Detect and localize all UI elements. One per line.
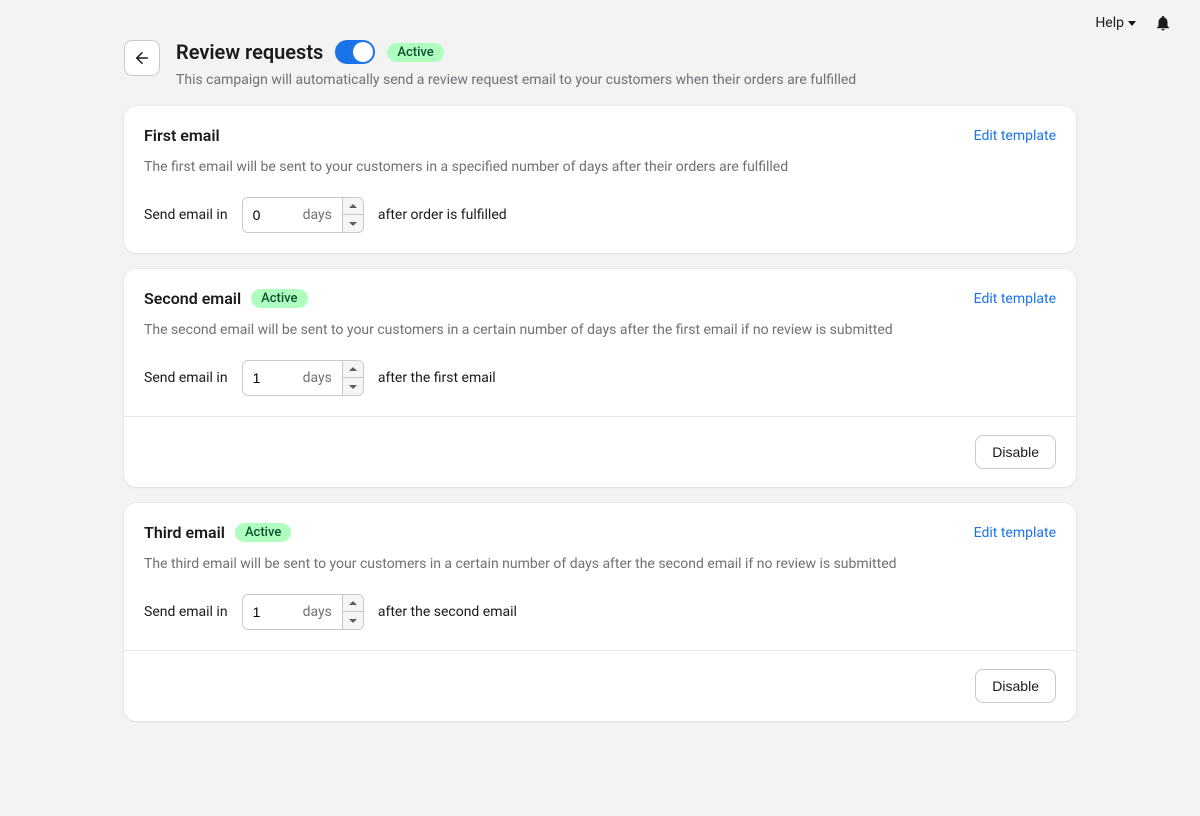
send-row: Send email in days after the second emai… bbox=[144, 594, 1056, 630]
card-header: First email Edit template bbox=[144, 126, 1056, 145]
third-email-card: Third email Active Edit template The thi… bbox=[124, 503, 1076, 721]
send-row: Send email in days after order is fulfil… bbox=[144, 197, 1056, 233]
help-label: Help bbox=[1095, 15, 1124, 31]
card-footer: Disable bbox=[124, 650, 1076, 721]
stepper bbox=[342, 595, 363, 629]
page-subtitle: This campaign will automatically send a … bbox=[176, 72, 1076, 88]
arrow-left-icon bbox=[133, 49, 151, 67]
stepper bbox=[342, 361, 363, 395]
page-title: Review requests bbox=[176, 40, 323, 64]
card-title: Second email bbox=[144, 289, 241, 308]
edit-template-link[interactable]: Edit template bbox=[974, 525, 1056, 541]
card-footer: Disable bbox=[124, 416, 1076, 487]
card-header: Third email Active Edit template bbox=[144, 523, 1056, 542]
days-input[interactable] bbox=[243, 361, 303, 395]
chevron-down-icon bbox=[349, 385, 357, 389]
second-email-card: Second email Active Edit template The se… bbox=[124, 269, 1076, 487]
days-input[interactable] bbox=[243, 595, 303, 629]
campaign-toggle[interactable] bbox=[335, 40, 375, 64]
card-desc: The first email will be sent to your cus… bbox=[144, 159, 1056, 175]
after-text: after the first email bbox=[378, 370, 496, 386]
after-text: after order is fulfilled bbox=[378, 207, 507, 223]
card-desc: The third email will be sent to your cus… bbox=[144, 556, 1056, 572]
chevron-down-icon bbox=[349, 619, 357, 623]
send-email-in-label: Send email in bbox=[144, 604, 228, 620]
disable-button[interactable]: Disable bbox=[975, 435, 1056, 469]
stepper bbox=[342, 198, 363, 232]
stepper-up-button[interactable] bbox=[343, 198, 363, 215]
first-email-card: First email Edit template The first emai… bbox=[124, 106, 1076, 253]
days-input-wrap: days bbox=[242, 197, 364, 233]
stepper-up-button[interactable] bbox=[343, 361, 363, 378]
days-input-wrap: days bbox=[242, 594, 364, 630]
status-badge: Active bbox=[251, 289, 307, 308]
chevron-down-icon bbox=[1128, 21, 1136, 26]
chevron-up-icon bbox=[349, 601, 357, 605]
disable-button[interactable]: Disable bbox=[975, 669, 1056, 703]
card-desc: The second email will be sent to your cu… bbox=[144, 322, 1056, 338]
back-button[interactable] bbox=[124, 40, 160, 76]
days-unit-label: days bbox=[303, 207, 342, 223]
send-row: Send email in days after the first email bbox=[144, 360, 1056, 396]
send-email-in-label: Send email in bbox=[144, 370, 228, 386]
title-block: Review requests Active This campaign wil… bbox=[176, 40, 1076, 88]
stepper-down-button[interactable] bbox=[343, 612, 363, 629]
page: Review requests Active This campaign wil… bbox=[124, 36, 1076, 777]
days-unit-label: days bbox=[303, 370, 342, 386]
edit-template-link[interactable]: Edit template bbox=[974, 128, 1056, 144]
card-title: Third email bbox=[144, 523, 225, 542]
notifications-bell-icon[interactable] bbox=[1154, 14, 1172, 32]
chevron-up-icon bbox=[349, 367, 357, 371]
days-unit-label: days bbox=[303, 604, 342, 620]
edit-template-link[interactable]: Edit template bbox=[974, 291, 1056, 307]
card-title: First email bbox=[144, 126, 220, 145]
title-row: Review requests Active bbox=[176, 40, 1076, 64]
status-badge: Active bbox=[387, 43, 443, 62]
status-badge: Active bbox=[235, 523, 291, 542]
help-menu[interactable]: Help bbox=[1095, 15, 1136, 31]
send-email-in-label: Send email in bbox=[144, 207, 228, 223]
topbar: Help bbox=[0, 0, 1200, 36]
days-input[interactable] bbox=[243, 198, 303, 232]
stepper-up-button[interactable] bbox=[343, 595, 363, 612]
chevron-down-icon bbox=[349, 222, 357, 226]
stepper-down-button[interactable] bbox=[343, 215, 363, 232]
stepper-down-button[interactable] bbox=[343, 378, 363, 395]
toggle-knob bbox=[353, 42, 373, 62]
chevron-up-icon bbox=[349, 204, 357, 208]
page-header: Review requests Active This campaign wil… bbox=[124, 36, 1076, 106]
after-text: after the second email bbox=[378, 604, 517, 620]
card-header: Second email Active Edit template bbox=[144, 289, 1056, 308]
days-input-wrap: days bbox=[242, 360, 364, 396]
